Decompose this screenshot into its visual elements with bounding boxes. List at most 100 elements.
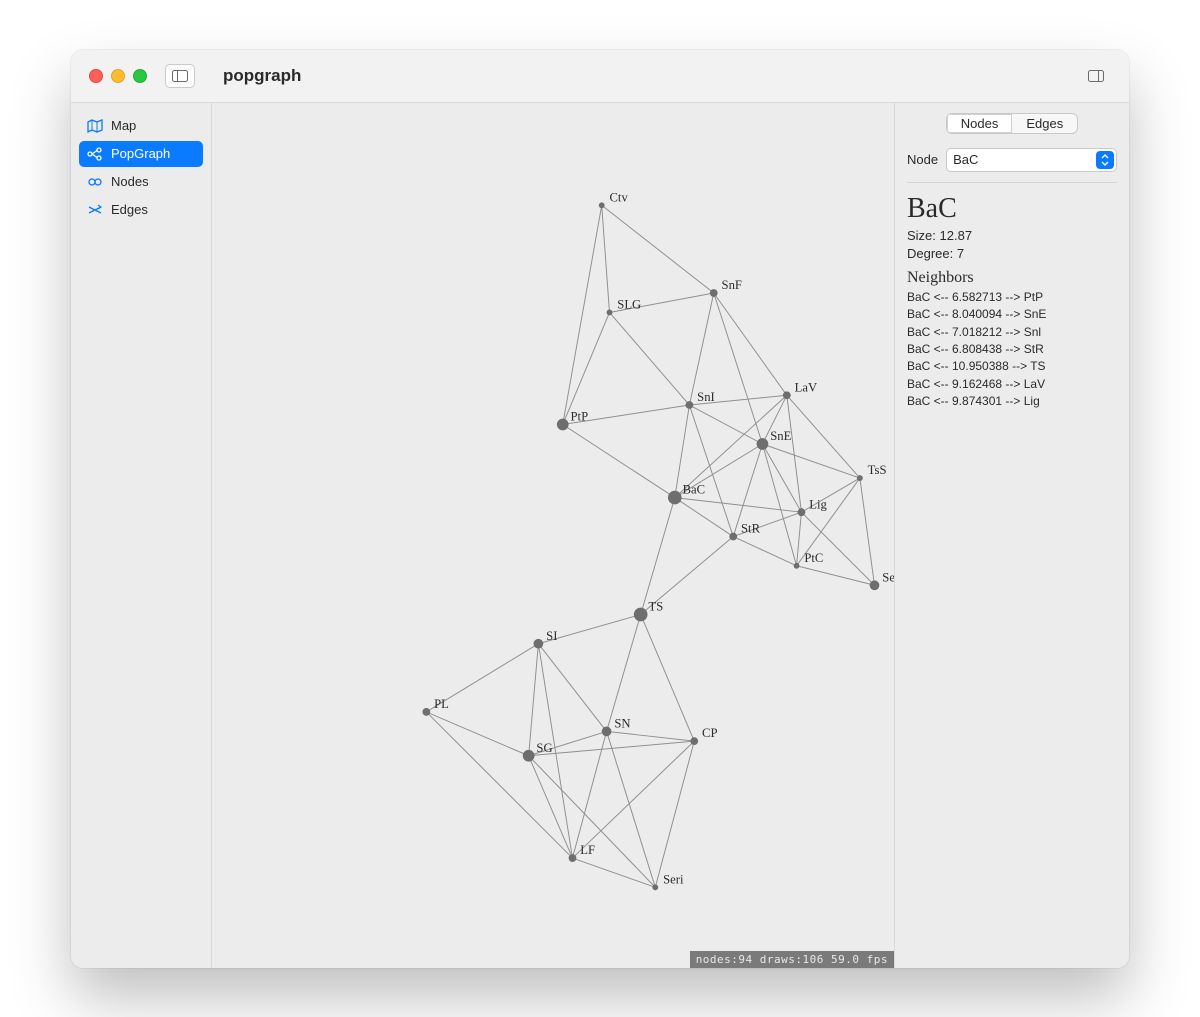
node-title: BaC — [907, 193, 1117, 225]
graph-node-label: StR — [741, 521, 761, 535]
graph-edge — [860, 478, 875, 585]
graph-node[interactable]: LF — [569, 843, 595, 862]
graph-node-label: PtP — [571, 409, 589, 423]
node-select[interactable]: BaC — [946, 148, 1117, 172]
graph-edge — [797, 512, 802, 566]
graph-edge — [797, 565, 875, 584]
app-window: popgraph Map PopGraph Nodes Edges — [71, 50, 1129, 968]
sidebar-item-popgraph[interactable]: PopGraph — [79, 141, 203, 167]
neighbor-row: BaC <-- 9.162468 --> LaV — [907, 376, 1117, 393]
sidebar-item-label: PopGraph — [111, 146, 170, 161]
inspector-tabs: Nodes Edges — [946, 113, 1078, 134]
sidebar-item-label: Nodes — [111, 174, 149, 189]
graph-node-label: LF — [580, 843, 595, 857]
graph-node[interactable]: TS — [634, 599, 663, 621]
graph-node-label: SnE — [770, 429, 791, 443]
graph-node[interactable]: TsS — [857, 463, 887, 481]
sidebar-right-icon — [1088, 70, 1104, 82]
graph-node-label: PtC — [804, 550, 823, 564]
graph-canvas[interactable]: Ctv SLG SnF PtP SnI LaV SnE BaC TsS Lig StR PtC SenB… — [212, 103, 894, 968]
graph-edge — [609, 312, 689, 405]
graph-node[interactable]: Ctv — [599, 190, 629, 208]
tab-edges[interactable]: Edges — [1012, 114, 1077, 133]
graph-edge — [689, 292, 713, 404]
neighbor-row: BaC <-- 6.582713 --> PtP — [907, 289, 1117, 306]
graph-node[interactable]: SnI — [685, 390, 714, 409]
graph-edge — [655, 741, 694, 887]
graph-edge — [538, 643, 606, 731]
graph-node[interactable]: SLG — [607, 297, 642, 315]
graph-node[interactable]: CP — [690, 726, 717, 745]
graph-edge — [801, 512, 874, 585]
graph-node-label: Lig — [809, 497, 827, 511]
neighbors-list: BaC <-- 6.582713 --> PtPBaC <-- 8.040094… — [907, 289, 1117, 411]
toggle-inspector-button[interactable] — [1081, 64, 1111, 88]
graph-node[interactable]: SI — [534, 628, 558, 648]
graph-node[interactable]: Lig — [798, 497, 828, 516]
graph-edge — [762, 443, 801, 511]
graph-edge — [714, 292, 763, 443]
graph-node-label: BaC — [683, 482, 706, 496]
nodes-icon — [87, 174, 103, 190]
graph-node-label: SLG — [617, 297, 641, 311]
graph-node[interactable]: LaV — [783, 380, 817, 399]
graph-node-label: SnF — [722, 278, 742, 292]
graph-node[interactable]: StR — [729, 521, 760, 540]
graph-icon — [87, 146, 103, 162]
graph-node-label: SG — [536, 740, 552, 754]
graph-edge — [563, 424, 675, 497]
graph-node[interactable]: SnE — [757, 429, 792, 450]
graph-node-label: TsS — [868, 463, 887, 477]
graph-node-label: SenBas — [882, 570, 894, 584]
toggle-sidebar-button[interactable] — [165, 64, 195, 88]
neighbor-row: BaC <-- 9.874301 --> Lig — [907, 393, 1117, 410]
graph-edge — [607, 731, 656, 887]
graph-svg: Ctv SLG SnF PtP SnI LaV SnE BaC TsS Lig StR PtC SenB… — [212, 103, 894, 947]
graph-node-label: SN — [614, 716, 630, 730]
node-degree: Degree: 7 — [907, 245, 1117, 263]
graph-edge — [426, 711, 572, 857]
map-icon — [87, 118, 103, 134]
zoom-window-button[interactable] — [133, 69, 147, 83]
neighbor-row: BaC <-- 8.040094 --> SnE — [907, 306, 1117, 323]
graph-node-label: Ctv — [609, 190, 628, 204]
graph-edge — [733, 536, 796, 565]
graph-edge — [572, 741, 694, 858]
sidebar-icon — [172, 70, 188, 82]
close-window-button[interactable] — [89, 69, 103, 83]
graph-edge — [641, 614, 695, 741]
sidebar-item-nodes[interactable]: Nodes — [79, 169, 203, 195]
graph-edge — [426, 711, 528, 755]
inspector-panel: Nodes Edges Node BaC BaC Size: 12.87 Deg… — [894, 103, 1129, 968]
titlebar: popgraph — [71, 50, 1129, 103]
graph-node-label: TS — [648, 599, 663, 613]
graph-edge — [529, 755, 656, 887]
neighbor-row: BaC <-- 10.950388 --> TS — [907, 358, 1117, 375]
graph-edge — [607, 731, 695, 741]
edges-icon — [87, 202, 103, 218]
graph-edge — [607, 614, 641, 731]
node-picker-label: Node — [907, 152, 938, 167]
graph-node[interactable]: PL — [422, 697, 448, 716]
graph-node[interactable]: PtP — [557, 409, 588, 430]
tab-nodes[interactable]: Nodes — [947, 114, 1013, 133]
graph-node[interactable]: BaC — [668, 482, 705, 504]
graph-node[interactable]: SG — [523, 740, 553, 761]
graph-edge — [602, 205, 610, 312]
app-title: popgraph — [223, 66, 301, 86]
graph-edge — [529, 755, 573, 857]
sidebar-item-label: Edges — [111, 202, 148, 217]
graph-node-label: SI — [546, 628, 557, 642]
graph-node-label: SnI — [697, 390, 715, 404]
node-size: Size: 12.87 — [907, 227, 1117, 245]
node-select-value: BaC — [953, 152, 978, 167]
graph-node[interactable]: SnF — [710, 278, 742, 297]
graph-edge — [602, 205, 714, 293]
graph-node-label: CP — [702, 726, 717, 740]
sidebar-item-edges[interactable]: Edges — [79, 197, 203, 223]
minimize-window-button[interactable] — [111, 69, 125, 83]
neighbors-header: Neighbors — [907, 269, 1117, 287]
graph-node-label: PL — [434, 697, 449, 711]
neighbor-row: BaC <-- 7.018212 --> Snl — [907, 324, 1117, 341]
sidebar-item-map[interactable]: Map — [79, 113, 203, 139]
